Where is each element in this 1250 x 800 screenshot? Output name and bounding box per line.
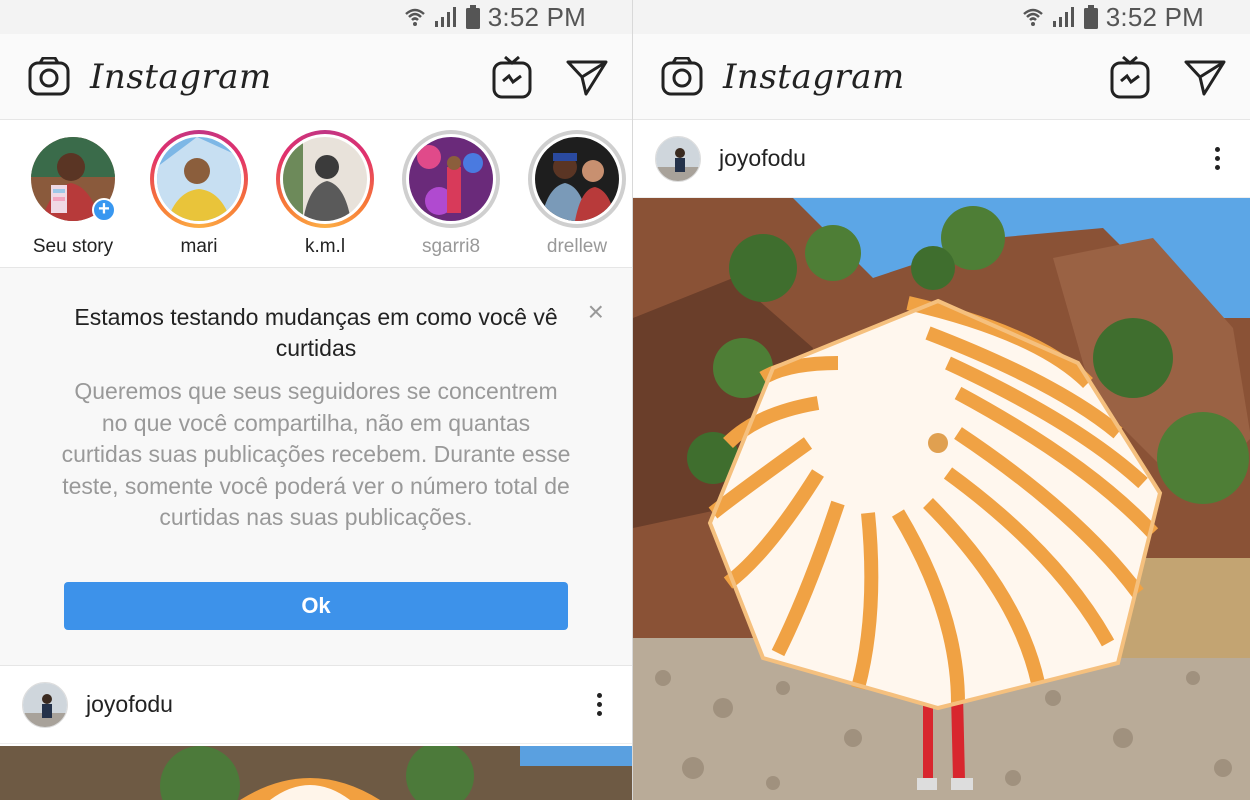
post-image[interactable] (633, 198, 1250, 800)
more-options-icon[interactable] (589, 689, 610, 720)
story-sgarri8[interactable]: sgarri8 (396, 130, 506, 258)
post-image-peek (0, 746, 632, 800)
post-username[interactable]: joyofodu (86, 691, 589, 718)
status-time: 3:52 PM (1105, 1, 1204, 32)
left-phone-screen: 3:52 PM Instagram + Seu story mari k.m.l… (0, 0, 632, 800)
post-username[interactable]: joyofodu (719, 145, 1207, 172)
story-avatar-drellew (535, 137, 619, 221)
wifi-icon (1022, 6, 1044, 28)
igtv-icon[interactable] (1110, 55, 1150, 99)
battery-icon (465, 5, 480, 29)
signal-icon (1052, 6, 1076, 28)
signal-icon (434, 6, 458, 28)
likes-test-notice: × Estamos testando mudanças em como você… (0, 268, 632, 666)
story-name: mari (180, 236, 218, 257)
direct-message-icon[interactable] (1184, 58, 1226, 96)
close-icon[interactable]: × (588, 296, 604, 328)
app-header: Instagram (633, 34, 1250, 120)
story-own[interactable]: + Seu story (18, 130, 128, 258)
notice-title: Estamos testando mudanças em como você v… (74, 304, 558, 361)
comparison-screenshot: 3:52 PM Instagram + Seu story mari k.m.l… (0, 0, 1250, 800)
instagram-logo: Instagram (90, 56, 272, 97)
story-name: Seu story (32, 236, 114, 257)
post-avatar[interactable] (655, 135, 701, 182)
story-mari[interactable]: mari (144, 130, 254, 258)
right-phone-screen: 3:52 PM Instagram joyofodu (632, 0, 1250, 800)
camera-icon[interactable] (661, 56, 703, 97)
story-name: k.m.l (304, 236, 346, 257)
story-drellew[interactable]: drellew (522, 130, 632, 258)
app-header: Instagram (0, 34, 632, 120)
story-name: sgarri8 (421, 236, 481, 257)
camera-icon[interactable] (28, 56, 70, 97)
notice-body: Queremos que seus seguidores se concentr… (61, 378, 571, 530)
battery-icon (1083, 5, 1098, 29)
story-avatar-mari (157, 137, 241, 221)
igtv-icon[interactable] (492, 55, 532, 99)
direct-message-icon[interactable] (566, 58, 608, 96)
post-avatar[interactable] (22, 681, 68, 728)
story-name: drellew (546, 236, 608, 257)
story-kml[interactable]: k.m.l (270, 130, 380, 258)
more-options-icon[interactable] (1207, 143, 1228, 174)
story-avatar-sgarri8 (409, 137, 493, 221)
story-avatar-kml (283, 137, 367, 221)
post-header: joyofodu (633, 120, 1250, 198)
status-bar: 3:52 PM (0, 0, 632, 34)
post-header: joyofodu (0, 666, 632, 744)
wifi-icon (404, 6, 426, 28)
instagram-logo: Instagram (723, 56, 905, 97)
add-story-icon[interactable]: + (92, 198, 116, 222)
ok-button[interactable]: Ok (64, 582, 568, 630)
stories-tray: + Seu story mari k.m.l sgarri8 drellew (0, 120, 632, 268)
status-time: 3:52 PM (487, 1, 586, 32)
status-bar: 3:52 PM (633, 0, 1250, 34)
